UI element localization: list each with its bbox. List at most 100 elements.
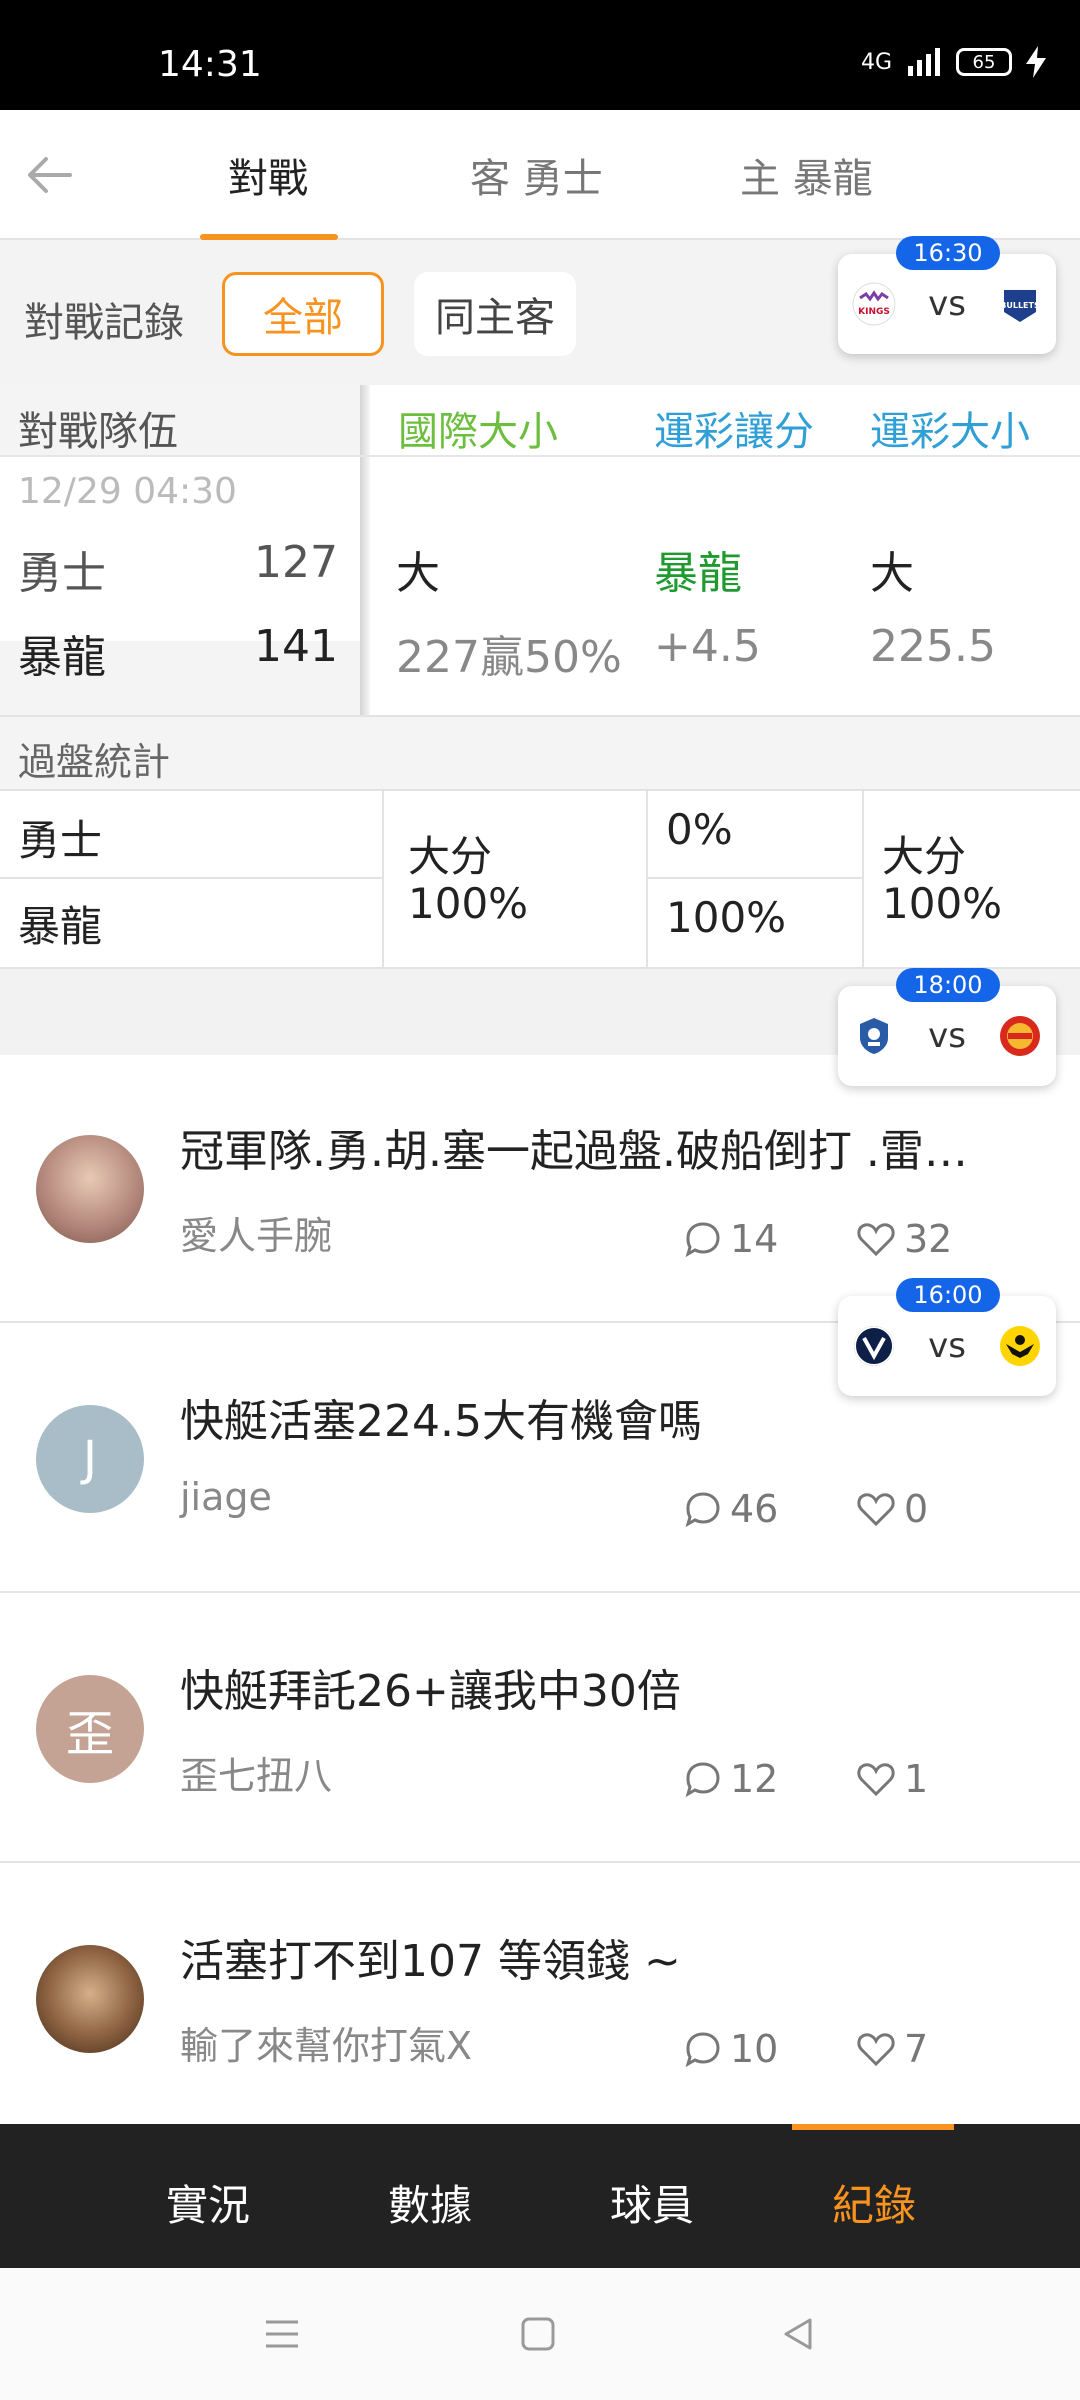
post-author[interactable]: jiage xyxy=(180,1475,272,1519)
like-count[interactable]: 1 xyxy=(856,1757,928,1801)
tab-home-team[interactable]: 主 暴龍 xyxy=(740,146,873,204)
post-item[interactable]: 活塞打不到107 等領錢 ~ 輸了來幫你打氣X 10 7 xyxy=(0,1865,1080,2133)
intl-result: 大 xyxy=(396,548,440,599)
back-arrow-icon[interactable] xyxy=(24,150,74,200)
comment-icon xyxy=(685,1762,720,1798)
active-nav-indicator xyxy=(792,2124,954,2130)
user-avatar[interactable]: J xyxy=(36,1405,144,1513)
spread-line: +4.5 xyxy=(654,621,761,672)
total-line: 225.5 xyxy=(870,621,996,672)
menu-icon[interactable] xyxy=(262,2314,302,2354)
stats-col1-bottom: 100% xyxy=(408,879,529,928)
comment-icon xyxy=(685,2032,720,2068)
post-author[interactable]: 愛人手腕 xyxy=(180,1205,332,1260)
header-intl-total: 國際大小 xyxy=(398,409,558,455)
comment-count-value: 14 xyxy=(730,1217,779,1261)
user-avatar[interactable]: 歪 xyxy=(36,1675,144,1783)
total-result: 大 xyxy=(870,548,914,599)
battery-level: 65 xyxy=(972,51,996,73)
comment-count-value: 46 xyxy=(730,1487,779,1531)
header-teams: 對戰隊伍 xyxy=(18,409,178,455)
divider xyxy=(0,877,382,879)
svg-text:BULLETS: BULLETS xyxy=(1000,301,1040,310)
stats-col2-bottom: 100% xyxy=(666,893,787,942)
tab-away-team[interactable]: 客 勇士 xyxy=(470,146,603,204)
header-sports-total: 運彩大小 xyxy=(870,409,1030,455)
heart-icon xyxy=(857,1493,895,1527)
stats-label: 過盤統計 xyxy=(18,740,171,784)
status-time: 14:31 xyxy=(158,44,262,85)
back-triangle-icon[interactable] xyxy=(778,2314,818,2354)
tab-matchup[interactable]: 對戰 xyxy=(228,146,308,204)
stats-label-row: 過盤統計 xyxy=(0,717,1080,789)
divider xyxy=(648,877,862,879)
post-author[interactable]: 輸了來幫你打氣X xyxy=(180,2015,472,2070)
like-count-value: 7 xyxy=(904,2027,929,2071)
intl-line: 227贏50% xyxy=(396,632,622,683)
user-avatar[interactable] xyxy=(36,1945,144,2053)
match-date: 12/29 04:30 xyxy=(18,471,237,512)
home-square-icon[interactable] xyxy=(518,2314,558,2354)
post-item[interactable]: 歪 快艇拜託26+讓我中30倍 歪七扭八 12 1 xyxy=(0,1595,1080,1863)
away-team-name: 勇士 xyxy=(18,548,106,599)
filter-chip-same-venue[interactable]: 同主客 xyxy=(414,272,576,356)
stats-col2-top: 0% xyxy=(666,805,733,854)
status-bar: 14:31 4G 65 xyxy=(0,0,1080,110)
status-icons: 4G 65 xyxy=(861,46,1046,78)
comment-count[interactable]: 14 xyxy=(684,1217,778,1261)
game-time-badge: 16:00 xyxy=(896,1278,1000,1312)
comment-count-value: 12 xyxy=(730,1757,779,1801)
signal-icon xyxy=(908,48,940,76)
red-circle-logo-icon xyxy=(1000,1016,1040,1056)
post-author[interactable]: 歪七扭八 xyxy=(180,1745,332,1800)
comment-icon xyxy=(685,1222,720,1258)
stats-grid: 勇士 暴龍 大分 100% 0% 100% 大分 100% xyxy=(0,791,1080,967)
game-time-badge: 16:30 xyxy=(896,236,1000,270)
stats-team-away: 勇士 xyxy=(18,816,103,865)
nav-records[interactable]: 紀錄 xyxy=(832,2172,916,2233)
post-title[interactable]: 活塞打不到107 等領錢 ~ xyxy=(180,1925,1010,1989)
like-count-value: 0 xyxy=(904,1487,929,1531)
spread-result: 暴龍 xyxy=(654,548,742,599)
comment-count[interactable]: 46 xyxy=(684,1487,778,1531)
post-title[interactable]: 快艇拜託26+讓我中30倍 xyxy=(180,1655,1010,1719)
bullets-logo-icon: BULLETS xyxy=(1000,290,1040,322)
bottom-nav: 實況 數據 球員 紀錄 xyxy=(0,2124,1080,2268)
like-count[interactable]: 32 xyxy=(856,1217,952,1261)
system-nav-bar xyxy=(0,2268,1080,2400)
nav-live[interactable]: 實況 xyxy=(166,2172,250,2233)
divider xyxy=(382,791,384,967)
stats-col3-top: 大分 xyxy=(882,832,967,881)
game-widget[interactable]: 16:00 vs xyxy=(838,1278,1056,1396)
divider xyxy=(862,791,864,967)
yellow-wings-logo-icon xyxy=(1000,1326,1040,1366)
comment-count-value: 10 xyxy=(730,2027,779,2071)
divider xyxy=(646,791,648,967)
nav-stats[interactable]: 數據 xyxy=(388,2172,472,2233)
user-avatar[interactable] xyxy=(36,1135,144,1243)
heart-icon xyxy=(857,1763,895,1797)
game-time-badge: 18:00 xyxy=(896,968,1000,1002)
game-widget[interactable]: 16:30 KINGS vs BULLETS xyxy=(838,236,1056,354)
charging-icon xyxy=(1026,46,1046,78)
like-count[interactable]: 7 xyxy=(856,2027,928,2071)
post-title[interactable]: 冠軍隊.勇.胡.塞一起過盤.破船倒打 .雷… xyxy=(180,1115,1010,1179)
comment-count[interactable]: 12 xyxy=(684,1757,778,1801)
filter-chip-all[interactable]: 全部 xyxy=(222,272,384,356)
stats-team-home: 暴龍 xyxy=(18,902,103,951)
heart-icon xyxy=(857,2033,895,2067)
comment-icon xyxy=(685,1492,720,1528)
match-row[interactable]: 12/29 04:30 勇士 127 暴龍 141 大 227贏50% 暴龍 +… xyxy=(0,457,1080,683)
like-count[interactable]: 0 xyxy=(856,1487,928,1531)
stats-col1-top: 大分 xyxy=(408,832,493,881)
home-team-score: 141 xyxy=(254,621,338,672)
filter-label: 對戰記錄 xyxy=(24,300,184,346)
comment-count[interactable]: 10 xyxy=(684,2027,778,2071)
battery-icon: 65 xyxy=(956,48,1012,76)
header-spread: 運彩讓分 xyxy=(654,409,814,455)
game-widget[interactable]: 18:00 vs xyxy=(838,968,1056,1086)
top-tab-bar: 對戰 客 勇士 主 暴龍 xyxy=(0,110,1080,240)
like-count-value: 1 xyxy=(904,1757,929,1801)
nav-players[interactable]: 球員 xyxy=(610,2172,694,2233)
home-team-name: 暴龍 xyxy=(18,632,106,683)
